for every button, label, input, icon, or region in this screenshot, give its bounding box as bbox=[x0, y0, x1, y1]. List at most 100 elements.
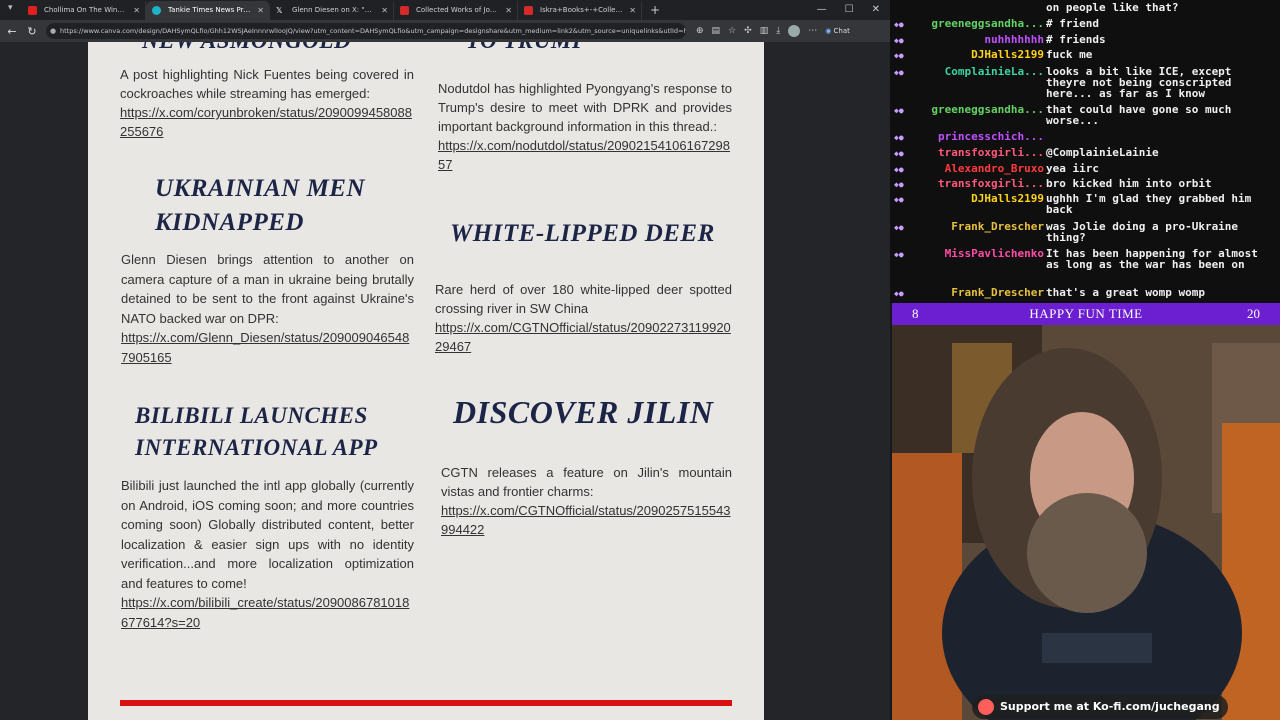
close-window-icon[interactable]: ✕ bbox=[872, 0, 880, 20]
lock-icon: ● bbox=[50, 27, 57, 35]
reader-icon[interactable]: ▤ bbox=[712, 26, 721, 36]
chat-badge-icon: ◆● bbox=[894, 250, 904, 259]
bookmark-star-icon[interactable]: ☆ bbox=[728, 26, 736, 36]
heading-bilibili: BILIBILI LAUNCHES INTERNATIONAL APP bbox=[135, 400, 378, 464]
address-bar-row: ← ↻ ● https://www.canva.com/design/DAHSym… bbox=[0, 20, 890, 42]
fuentes-text: A post highlighting Nick Fuentes being c… bbox=[120, 67, 414, 101]
close-icon[interactable]: ✕ bbox=[257, 1, 264, 20]
chat-text: that's a great womp womp bbox=[1046, 286, 1205, 299]
new-tab-button[interactable]: + bbox=[642, 1, 668, 20]
fuentes-article: A post highlighting Nick Fuentes being c… bbox=[120, 65, 414, 141]
url-input[interactable]: ● https://www.canva.com/design/DAHSymQLfi… bbox=[46, 23, 686, 39]
chat-text: # friends bbox=[1046, 33, 1106, 46]
pdf-icon bbox=[524, 6, 533, 15]
x-logo-icon: 𝕏 bbox=[276, 6, 283, 15]
tab-label: Glenn Diesen on X: "A Ukrainian m... bbox=[292, 6, 394, 14]
chat-username[interactable]: Frank_Drescher bbox=[951, 221, 1044, 232]
browser-window: ▾ Chollima On The Wing - DPRK M...✕ Tank… bbox=[0, 0, 890, 720]
back-icon[interactable]: ← bbox=[4, 25, 20, 38]
bilibili-link[interactable]: https://x.com/bilibili_create/status/209… bbox=[121, 593, 414, 632]
chat-badge-icon: ◆● bbox=[894, 20, 904, 29]
tab-stalin-works[interactable]: Collected Works of Josef Stalin -...✕ bbox=[394, 1, 518, 20]
nodutdol-article: Nodutdol has highlighted Pyongyang's res… bbox=[438, 79, 732, 174]
bilibili-article: Bilibili just launched the intl app glob… bbox=[121, 476, 414, 632]
heading-ukrainian-men: UKRAINIAN MEN KIDNAPPED bbox=[155, 172, 365, 240]
tab-tankie-times[interactable]: Tankie Times News Proto 34 ✕ bbox=[146, 1, 270, 20]
chat-text: ughhh I'm glad they grabbed him back bbox=[1046, 192, 1252, 216]
webcam-video bbox=[892, 303, 1280, 720]
heading-new-asmongold: NEW ASMONGOLD bbox=[142, 42, 351, 54]
page-viewport[interactable]: NEW ASMONGOLD A post highlighting Nick F… bbox=[0, 42, 890, 720]
heading-line: UKRAINIAN MEN bbox=[155, 175, 366, 202]
kofi-cup-icon bbox=[978, 699, 994, 715]
chat-badge-icon: ◆● bbox=[894, 195, 904, 204]
chat-username[interactable]: greeneggsandha... bbox=[931, 104, 1044, 115]
tab-bar: ▾ Chollima On The Wing - DPRK M...✕ Tank… bbox=[0, 0, 890, 20]
profile-avatar[interactable] bbox=[788, 25, 801, 37]
url-text: https://www.canva.com/design/DAHSymQLfio… bbox=[60, 27, 686, 35]
youtube-icon bbox=[28, 6, 37, 15]
chat-username[interactable]: DJHalls2199 bbox=[971, 49, 1044, 60]
chat-username[interactable]: transfoxgirli... bbox=[938, 147, 1044, 158]
tab-iskra-books[interactable]: Iskra+Books+-+Collected+Works...✕ bbox=[518, 1, 642, 20]
chat-username[interactable]: DJHalls2199 bbox=[971, 193, 1044, 204]
window-controls: — ☐ ✕ bbox=[817, 0, 890, 20]
toolbar: ⊕ ▤ ☆ ✣ ▥ ⤓ ⋯ ◉ Chat bbox=[696, 25, 850, 37]
chat-badge-icon: ◆● bbox=[894, 223, 904, 232]
stream-title-bar: 8 HAPPY FUN TIME 20 bbox=[892, 303, 1280, 325]
nodutdol-link[interactable]: https://x.com/nodutdol/status/2090215410… bbox=[438, 136, 732, 174]
minimize-icon[interactable]: — bbox=[817, 0, 827, 20]
pdf-icon bbox=[400, 6, 409, 15]
chat-username[interactable]: transfoxgirli... bbox=[938, 178, 1044, 189]
close-icon[interactable]: ✕ bbox=[629, 1, 636, 20]
kofi-banner: Support me at Ko-fi.com/juchegang bbox=[972, 695, 1228, 719]
right-counter: 20 bbox=[1247, 306, 1260, 321]
webcam-panel: 8 HAPPY FUN TIME 20 Support me at Ko-fi.… bbox=[892, 303, 1280, 720]
chat-username[interactable]: Alexandro_Bruxo bbox=[945, 163, 1044, 174]
ukraine-link[interactable]: https://x.com/Glenn_Diesen/status/209009… bbox=[121, 328, 414, 367]
chat-badge-icon: ◆● bbox=[894, 289, 904, 298]
jilin-link[interactable]: https://x.com/CGTNOfficial/status/209025… bbox=[441, 501, 732, 539]
tab-chollima[interactable]: Chollima On The Wing - DPRK M...✕ bbox=[22, 1, 146, 20]
chat-username[interactable]: MissPavlichenko bbox=[945, 248, 1044, 259]
chat-text: looks a bit like ICE, except theyre not … bbox=[1046, 65, 1232, 100]
kofi-text: Support me at Ko-fi.com/juchegang bbox=[1000, 700, 1220, 713]
chat-text: bro kicked him into orbit bbox=[1046, 177, 1212, 190]
tab-glenn-diesen[interactable]: 𝕏 Glenn Diesen on X: "A Ukrainian m...✕ bbox=[270, 1, 394, 20]
deer-text: Rare herd of over 180 white-lipped deer … bbox=[435, 282, 732, 316]
chat-username[interactable]: princesschich... bbox=[938, 131, 1044, 142]
close-icon[interactable]: ✕ bbox=[505, 1, 512, 20]
chat-badge-icon: ◆● bbox=[894, 106, 904, 115]
chat-text: that could have gone so much worse... bbox=[1046, 103, 1232, 127]
zoom-icon[interactable]: ⊕ bbox=[696, 26, 704, 36]
chat-username[interactable]: greeneggsandha... bbox=[931, 18, 1044, 29]
copilot-chat-button[interactable]: ◉ Chat bbox=[825, 27, 850, 35]
jilin-text: CGTN releases a feature on Jilin's mount… bbox=[441, 465, 732, 499]
chat-badge-icon: ◆● bbox=[894, 68, 904, 77]
ukraine-article: Glenn Diesen brings attention to another… bbox=[121, 250, 414, 368]
fuentes-link[interactable]: https://x.com/coryunbroken/status/209009… bbox=[120, 103, 414, 141]
downloads-icon[interactable]: ⤓ bbox=[776, 26, 780, 36]
bilibili-text: Bilibili just launched the intl app glob… bbox=[121, 478, 414, 591]
maximize-icon[interactable]: ☐ bbox=[845, 0, 854, 20]
scrollbar[interactable] bbox=[882, 48, 888, 708]
chat-text: @ComplainieLainie bbox=[1046, 146, 1159, 159]
sidebar-icon[interactable]: ▥ bbox=[760, 26, 769, 36]
chat-username[interactable]: Frank_Drescher bbox=[951, 287, 1044, 298]
deer-link[interactable]: https://x.com/CGTNOfficial/status/209022… bbox=[435, 318, 732, 356]
chat-username[interactable]: ComplainieLa... bbox=[945, 66, 1044, 77]
heading-white-lipped-deer: WHITE-LIPPED DEER bbox=[450, 220, 715, 247]
extensions-icon[interactable]: ✣ bbox=[744, 26, 752, 36]
close-icon[interactable]: ✕ bbox=[381, 1, 388, 20]
chat-text: yea iirc bbox=[1046, 162, 1099, 175]
more-menu-icon[interactable]: ⋯ bbox=[808, 26, 817, 36]
copilot-icon: ◉ bbox=[825, 27, 832, 35]
deer-article: Rare herd of over 180 white-lipped deer … bbox=[435, 280, 732, 356]
jilin-article: CGTN releases a feature on Jilin's mount… bbox=[441, 463, 732, 539]
refresh-icon[interactable]: ↻ bbox=[24, 25, 40, 38]
chat-username[interactable]: nuhhhhhhh bbox=[984, 34, 1044, 45]
tab-label: Collected Works of Josef Stalin -... bbox=[416, 6, 518, 14]
tab-search-icon[interactable]: ▾ bbox=[8, 3, 20, 15]
close-icon[interactable]: ✕ bbox=[133, 1, 140, 20]
heading-line: INTERNATIONAL APP bbox=[135, 435, 378, 460]
